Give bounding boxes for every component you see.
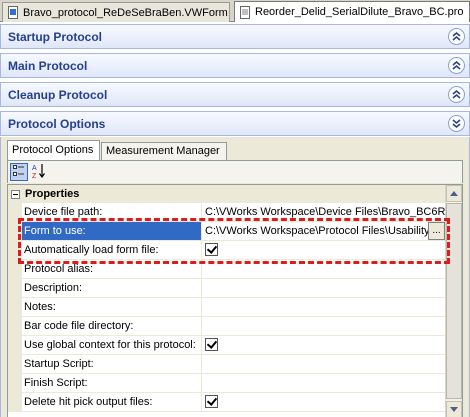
property-row[interactable]: Device file path: C:\VWorks Workspace\Dev… — [8, 203, 445, 222]
property-value[interactable] — [202, 393, 445, 411]
row-gutter — [8, 260, 22, 278]
property-name: Delete hit pick output files: — [22, 393, 202, 411]
protocol-options-pane[interactable]: Protocol Options — [0, 111, 470, 136]
doc-tab-form[interactable]: Bravo_protocol_ReDeSeBraBen.VWForm — [2, 2, 230, 22]
property-row[interactable]: Form to use: C:\VWorks Workspace\Protocol… — [8, 222, 445, 241]
row-gutter — [8, 374, 22, 392]
property-name: Protocol alias: — [22, 260, 202, 278]
checkbox-checked[interactable] — [205, 338, 218, 351]
document-tab-bar: Bravo_protocol_ReDeSeBraBen.VWForm Reord… — [0, 0, 470, 22]
row-gutter — [8, 336, 22, 354]
protocol-options-content: Protocol Options Measurement Manager A Z — [0, 137, 470, 417]
property-row[interactable]: Automatically load form file: — [8, 241, 445, 260]
property-row[interactable]: Delete hit pick output files: — [8, 393, 445, 412]
startup-protocol-title: Startup Protocol — [8, 29, 103, 44]
property-value[interactable]: C:\VWorks Workspace\Device Files\Bravo_B… — [202, 203, 445, 221]
property-name: Bar code file directory: — [22, 317, 202, 335]
property-name: Form to use: — [22, 222, 202, 240]
property-grid: Properties Device file path: C:\VWorks Wo… — [7, 184, 463, 417]
property-value[interactable] — [202, 336, 445, 354]
alphabetical-sort-icon: A Z — [32, 163, 46, 182]
expand-chevron-icon[interactable] — [448, 57, 465, 74]
row-gutter — [8, 298, 22, 316]
property-grid-toolbar: A Z — [7, 161, 463, 183]
form-file-icon — [7, 6, 19, 19]
property-row[interactable]: Use global context for this protocol: — [8, 336, 445, 355]
alphabetical-sort-button[interactable]: A Z — [30, 163, 48, 181]
scroll-thumb[interactable] — [446, 203, 462, 399]
property-name: Device file path: — [22, 203, 202, 221]
row-gutter — [8, 279, 22, 297]
property-value[interactable] — [202, 317, 445, 335]
main-protocol-title: Main Protocol — [8, 58, 88, 73]
vertical-scrollbar[interactable] — [445, 185, 462, 417]
property-value[interactable] — [202, 260, 445, 278]
property-name: Description: — [22, 279, 202, 297]
property-value-text: C:\VWorks Workspace\Device Files\Bravo_B… — [205, 206, 445, 218]
browse-button[interactable]: ... — [428, 222, 445, 240]
property-row[interactable]: Notes: — [8, 298, 445, 317]
property-rows: Device file path: C:\VWorks Workspace\Dev… — [8, 203, 445, 412]
categorized-view-button[interactable] — [10, 163, 28, 181]
property-value[interactable] — [202, 374, 445, 392]
properties-category-label: Properties — [25, 188, 80, 200]
property-name: Use global context for this protocol: — [22, 336, 202, 354]
property-value[interactable] — [202, 298, 445, 316]
row-gutter — [8, 355, 22, 373]
row-gutter — [8, 317, 22, 335]
property-value[interactable] — [202, 279, 445, 297]
alpha-glyph-a: A — [32, 165, 37, 172]
checkbox-checked[interactable] — [205, 243, 218, 256]
startup-protocol-pane[interactable]: Startup Protocol — [0, 24, 470, 49]
categorized-view-icon — [13, 164, 25, 180]
doc-tab-protocol-label: Reorder_Delid_SerialDilute_Bravo_BC.pro — [255, 6, 464, 18]
row-gutter — [8, 203, 22, 221]
doc-tab-protocol[interactable]: Reorder_Delid_SerialDilute_Bravo_BC.pro — [234, 1, 470, 22]
property-row[interactable]: Finish Script: — [8, 374, 445, 393]
protocol-options-title: Protocol Options — [8, 116, 106, 131]
collapse-chevron-icon[interactable] — [448, 115, 465, 132]
doc-tab-form-label: Bravo_protocol_ReDeSeBraBen.VWForm — [23, 6, 228, 19]
row-gutter — [8, 222, 22, 240]
property-name: Automatically load form file: — [22, 241, 202, 259]
row-gutter — [8, 393, 22, 411]
cleanup-protocol-title: Cleanup Protocol — [8, 87, 108, 102]
alpha-glyph-z: Z — [32, 173, 37, 179]
checkbox-checked[interactable] — [205, 395, 218, 408]
property-row[interactable]: Bar code file directory: — [8, 317, 445, 336]
tab-protocol-options[interactable]: Protocol Options — [7, 140, 100, 161]
property-value[interactable] — [202, 355, 445, 373]
property-name: Startup Script: — [22, 355, 202, 373]
scroll-down-button[interactable] — [446, 401, 462, 417]
scroll-up-button[interactable] — [446, 185, 462, 202]
expand-chevron-icon[interactable] — [448, 28, 465, 45]
property-row[interactable]: Description: — [8, 279, 445, 298]
tab-measurement-manager[interactable]: Measurement Manager — [101, 142, 227, 160]
property-value[interactable] — [202, 241, 445, 259]
property-row[interactable]: Protocol alias: — [8, 260, 445, 279]
property-name: Notes: — [22, 298, 202, 316]
properties-category[interactable]: Properties — [8, 185, 445, 203]
expand-chevron-icon[interactable] — [448, 86, 465, 103]
property-name: Finish Script: — [22, 374, 202, 392]
property-row[interactable]: Startup Script: — [8, 355, 445, 374]
main-protocol-pane[interactable]: Main Protocol — [0, 53, 470, 78]
collapse-category-icon[interactable] — [11, 189, 20, 199]
row-gutter — [8, 241, 22, 259]
property-value[interactable]: C:\VWorks Workspace\Protocol Files\Usabi… — [202, 222, 445, 240]
cleanup-protocol-pane[interactable]: Cleanup Protocol — [0, 82, 470, 107]
protocol-file-icon — [239, 5, 251, 19]
property-value-text: C:\VWorks Workspace\Protocol Files\Usabi… — [205, 225, 433, 237]
